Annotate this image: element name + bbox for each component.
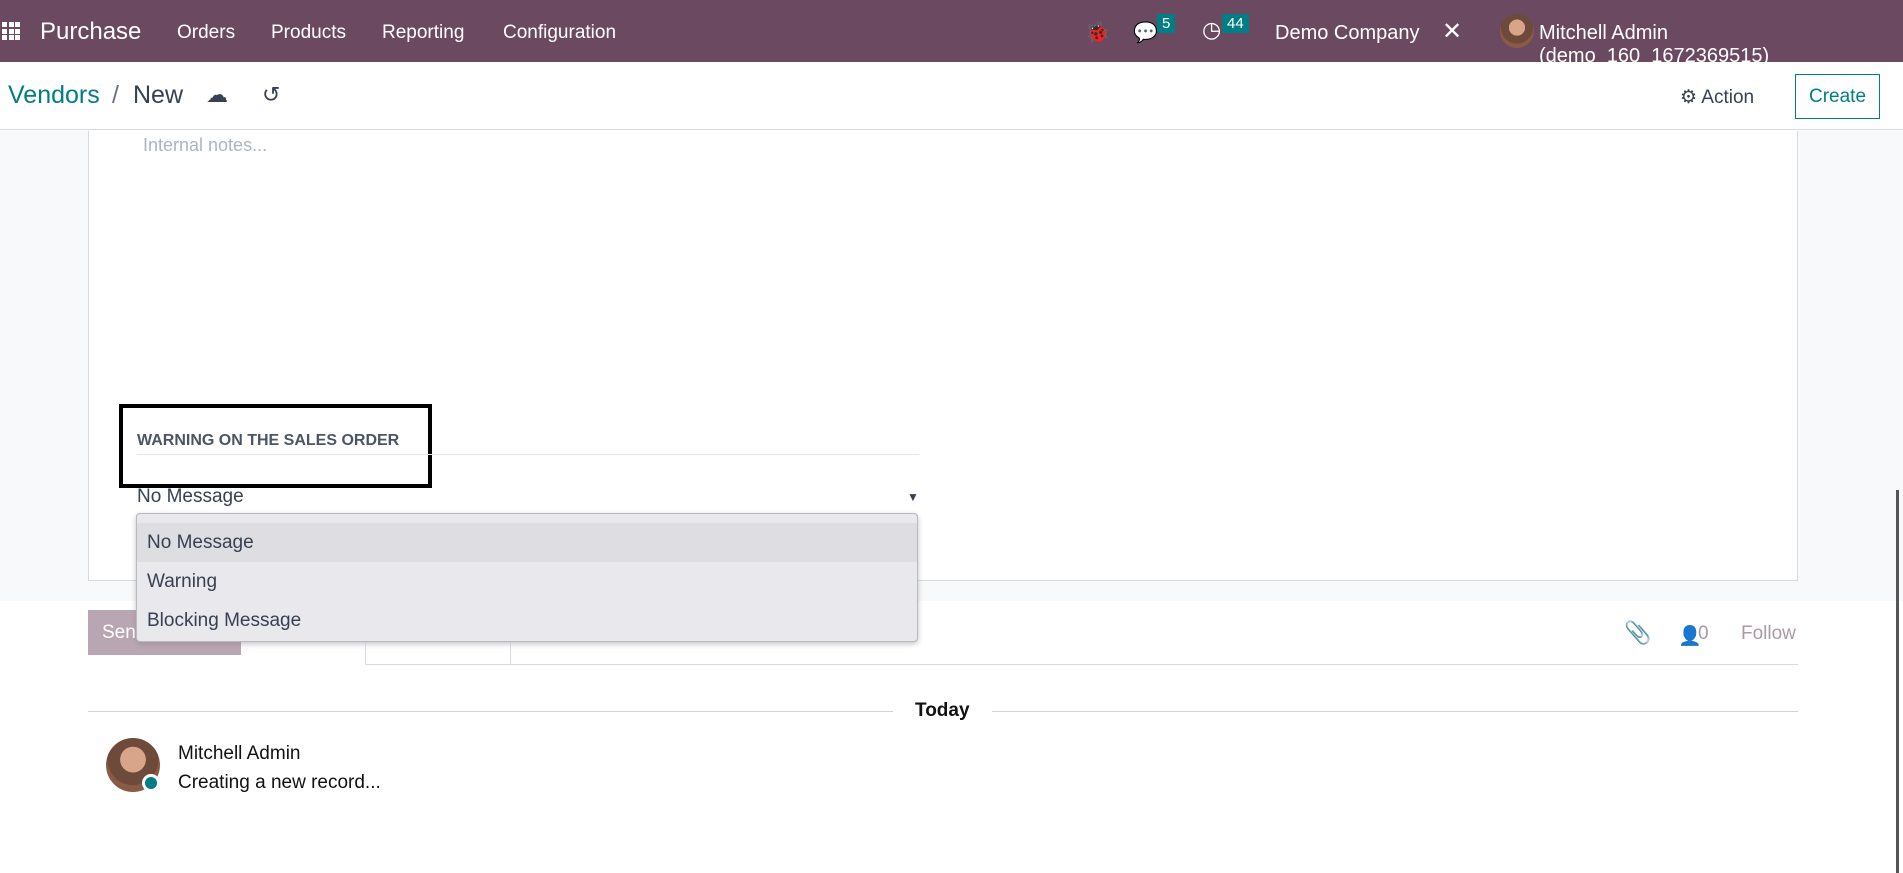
- message-body: Creating a new record...: [178, 772, 381, 793]
- breadcrumb-current: New: [133, 81, 184, 109]
- breadcrumb-separator: /: [112, 81, 119, 109]
- company-switcher[interactable]: Demo Company: [1275, 22, 1420, 45]
- warning-select[interactable]: No Message: [137, 486, 244, 508]
- menu-products[interactable]: Products: [271, 22, 346, 44]
- option-blocking-message[interactable]: Blocking Message: [137, 601, 917, 640]
- message-author[interactable]: Mitchell Admin: [178, 743, 301, 765]
- messages-badge: 5: [1157, 14, 1176, 33]
- app-name[interactable]: Purchase: [40, 18, 141, 46]
- activities-badge: 44: [1222, 14, 1249, 33]
- internal-notes-field[interactable]: Internal notes...: [143, 135, 267, 156]
- follow-button[interactable]: Follow: [1741, 623, 1796, 645]
- paperclip-icon[interactable]: 📎: [1624, 620, 1651, 646]
- debug-bug-icon[interactable]: 🐞: [1085, 20, 1110, 45]
- discard-undo-icon[interactable]: ↺: [262, 82, 280, 108]
- menu-reporting[interactable]: Reporting: [382, 22, 464, 44]
- option-warning[interactable]: Warning: [137, 562, 917, 601]
- tab-underline: [365, 664, 1798, 665]
- action-menu[interactable]: ⚙ Action: [1680, 86, 1754, 109]
- warning-dropdown-overlay: No Message Warning Blocking Message: [136, 513, 918, 642]
- menu-configuration[interactable]: Configuration: [503, 22, 616, 44]
- create-button[interactable]: Create: [1795, 74, 1880, 119]
- top-navbar: Purchase Orders Products Reporting Confi…: [0, 0, 1903, 67]
- breadcrumb-vendors[interactable]: Vendors: [8, 81, 100, 110]
- gear-icon: ⚙: [1680, 87, 1702, 108]
- menu-orders[interactable]: Orders: [177, 22, 235, 44]
- activities-clock-icon[interactable]: ◷: [1202, 17, 1221, 43]
- messages-icon[interactable]: 💬: [1133, 20, 1158, 45]
- warning-section-label: WARNING ON THE SALES ORDER: [137, 432, 400, 449]
- option-no-message[interactable]: No Message: [137, 523, 917, 562]
- online-status-icon: [142, 774, 160, 792]
- user-avatar[interactable]: [1500, 14, 1534, 48]
- app-menu-icon[interactable]: [2, 22, 20, 40]
- action-label: Action: [1701, 87, 1755, 108]
- scrollbar[interactable]: [1896, 490, 1899, 873]
- save-cloud-icon[interactable]: ☁: [206, 82, 228, 108]
- date-separator-label: Today: [893, 700, 992, 722]
- settings-tools-icon[interactable]: ✕: [1442, 17, 1462, 46]
- followers-count[interactable]: 0: [1698, 623, 1709, 645]
- control-panel: Vendors / New ☁ ↺ ⚙ Action Create: [0, 62, 1903, 130]
- section-divider: [137, 454, 919, 455]
- caret-down-icon[interactable]: ▼: [907, 490, 919, 504]
